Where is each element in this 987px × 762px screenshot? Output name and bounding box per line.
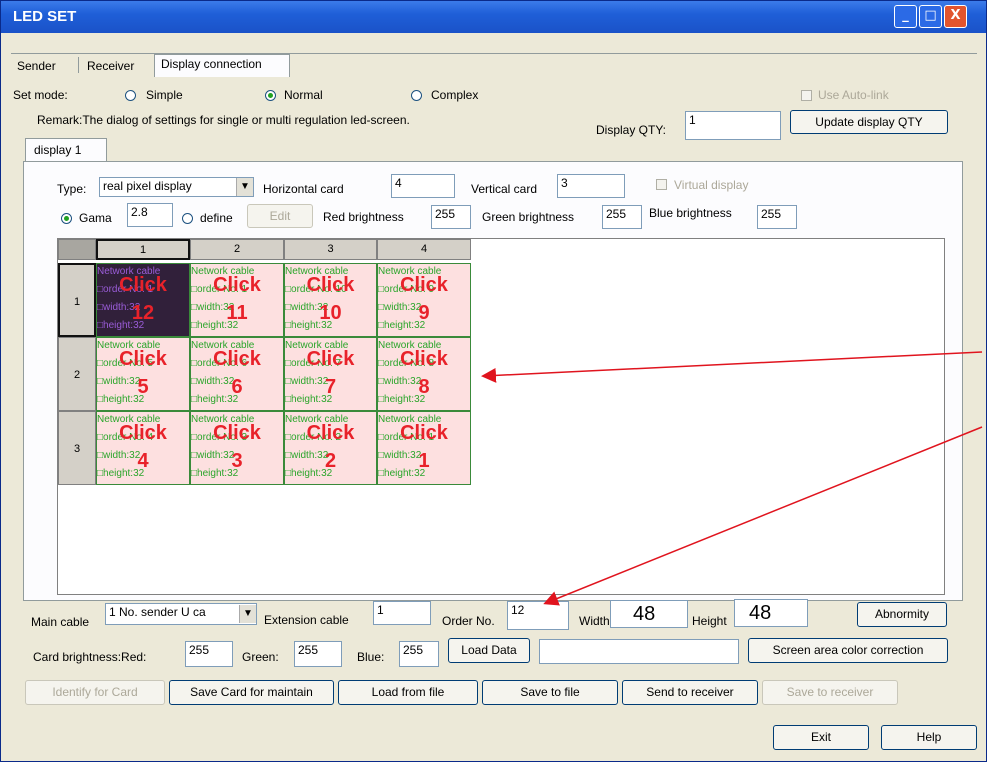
arrow-to-order-no xyxy=(543,426,983,606)
arrow-to-grid xyxy=(481,351,983,383)
annotation-arrows xyxy=(481,351,983,606)
